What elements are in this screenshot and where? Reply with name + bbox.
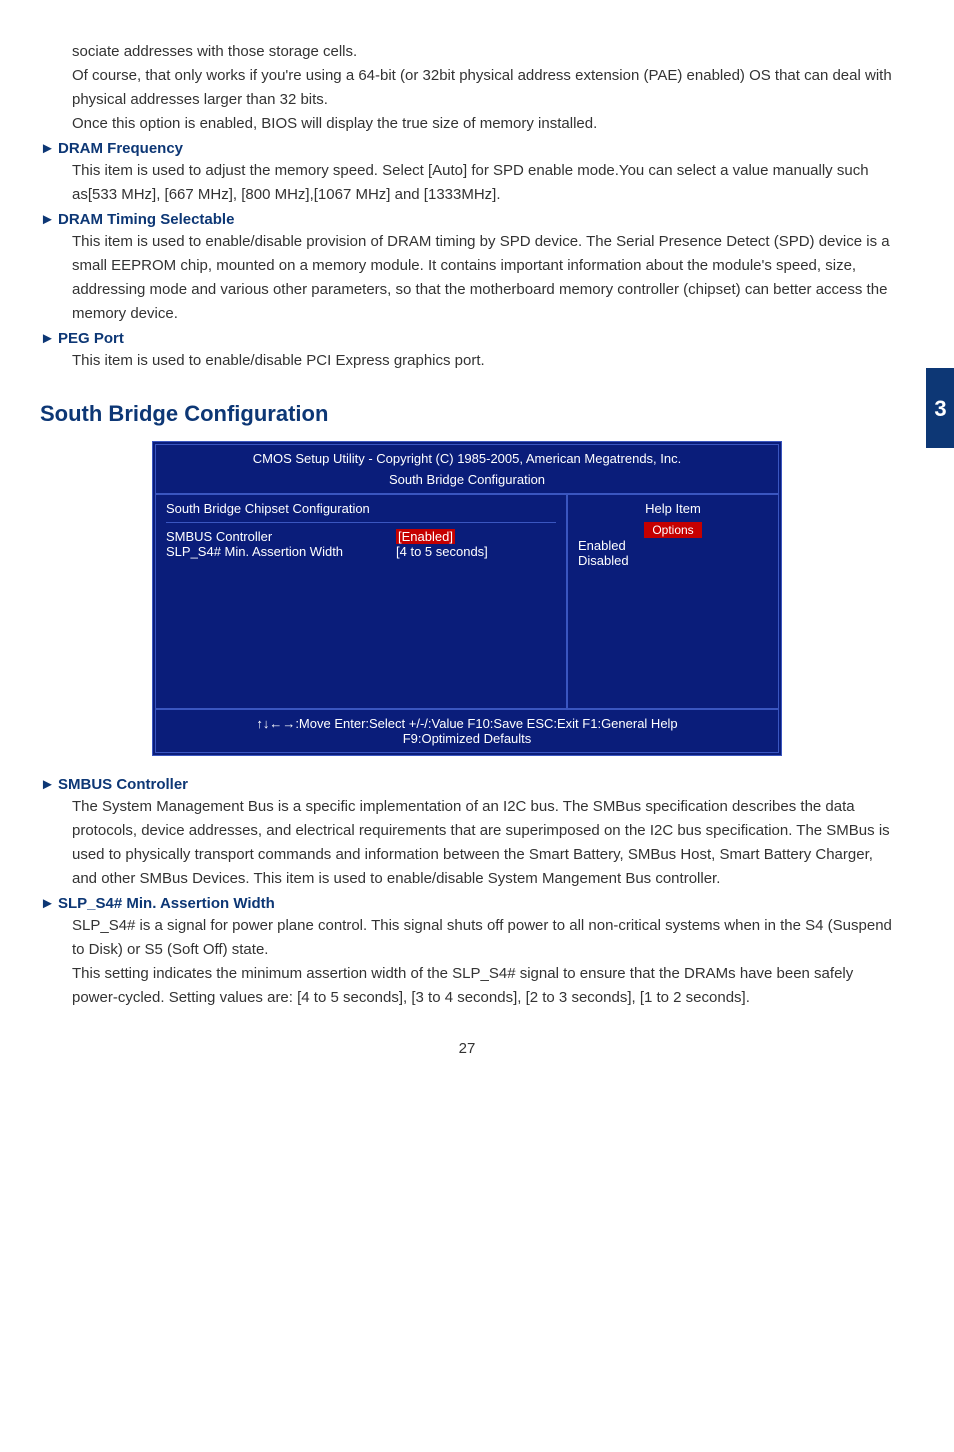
bios-row-slp: SLP_S4# Min. Assertion Width [4 to 5 sec… bbox=[166, 544, 556, 559]
bios-left-panel: South Bridge Chipset Configuration SMBUS… bbox=[156, 495, 568, 708]
dram-frequency-heading: ►DRAM Frequency bbox=[40, 140, 894, 157]
dram-frequency-title: DRAM Frequency bbox=[58, 140, 183, 157]
peg-port-title: PEG Port bbox=[58, 330, 124, 347]
bios-option-enabled: Enabled bbox=[578, 538, 768, 553]
slp-body2: This setting indicates the minimum asser… bbox=[72, 962, 894, 1010]
south-bridge-heading: South Bridge Configuration bbox=[40, 401, 894, 427]
dram-timing-title: DRAM Timing Selectable bbox=[58, 211, 234, 228]
slp-body1: SLP_S4# is a signal for power plane cont… bbox=[72, 914, 894, 962]
bios-options-block: Options Enabled Disabled bbox=[578, 522, 768, 568]
dram-timing-body: This item is used to enable/disable prov… bbox=[72, 230, 894, 326]
bios-slp-value: [4 to 5 seconds] bbox=[396, 544, 488, 559]
dram-timing-heading: ►DRAM Timing Selectable bbox=[40, 211, 894, 228]
smbus-heading: ►SMBUS Controller bbox=[40, 776, 894, 793]
bios-smbus-value: [Enabled] bbox=[396, 529, 455, 544]
bullet-arrow-icon: ► bbox=[40, 140, 58, 157]
bios-subtitle: South Bridge Configuration bbox=[156, 472, 778, 493]
chapter-tab: 3 bbox=[926, 368, 954, 448]
bios-screenshot: CMOS Setup Utility - Copyright (C) 1985-… bbox=[152, 441, 782, 756]
page-number: 27 bbox=[40, 1040, 894, 1057]
slp-heading: ►SLP_S4# Min. Assertion Width bbox=[40, 895, 894, 912]
bios-footer-line1: ↑↓←→:Move Enter:Select +/-/:Value F10:Sa… bbox=[160, 716, 774, 731]
bios-body: South Bridge Chipset Configuration SMBUS… bbox=[156, 493, 778, 708]
slp-title: SLP_S4# Min. Assertion Width bbox=[58, 895, 275, 912]
bios-option-disabled: Disabled bbox=[578, 553, 768, 568]
page-content: sociate addresses with those storage cel… bbox=[0, 0, 954, 1097]
bios-title: CMOS Setup Utility - Copyright (C) 1985-… bbox=[156, 445, 778, 472]
bullet-arrow-icon: ► bbox=[40, 211, 58, 228]
bios-footer: ↑↓←→:Move Enter:Select +/-/:Value F10:Sa… bbox=[156, 708, 778, 752]
bios-footer-line2: F9:Optimized Defaults bbox=[160, 731, 774, 746]
peg-port-body: This item is used to enable/disable PCI … bbox=[72, 349, 894, 373]
bios-right-panel: Help Item Options Enabled Disabled bbox=[568, 495, 778, 708]
peg-port-heading: ►PEG Port bbox=[40, 330, 894, 347]
bios-help-header: Help Item bbox=[578, 501, 768, 516]
bullet-arrow-icon: ► bbox=[40, 330, 58, 347]
dram-frequency-body: This item is used to adjust the memory s… bbox=[72, 159, 894, 207]
bios-left-header: South Bridge Chipset Configuration bbox=[166, 501, 556, 523]
bios-options-tag: Options bbox=[644, 522, 701, 538]
bullet-arrow-icon: ► bbox=[40, 895, 58, 912]
bios-screenshot-wrap: CMOS Setup Utility - Copyright (C) 1985-… bbox=[40, 441, 894, 756]
intro-p1: sociate addresses with those storage cel… bbox=[72, 40, 894, 64]
smbus-title: SMBUS Controller bbox=[58, 776, 188, 793]
bios-row-smbus: SMBUS Controller [Enabled] bbox=[166, 529, 556, 544]
bios-slp-label: SLP_S4# Min. Assertion Width bbox=[166, 544, 376, 559]
bios-smbus-label: SMBUS Controller bbox=[166, 529, 376, 544]
bullet-arrow-icon: ► bbox=[40, 776, 58, 793]
intro-p2: Of course, that only works if you're usi… bbox=[72, 64, 894, 112]
smbus-body: The System Management Bus is a specific … bbox=[72, 795, 894, 891]
intro-p3: Once this option is enabled, BIOS will d… bbox=[72, 112, 894, 136]
